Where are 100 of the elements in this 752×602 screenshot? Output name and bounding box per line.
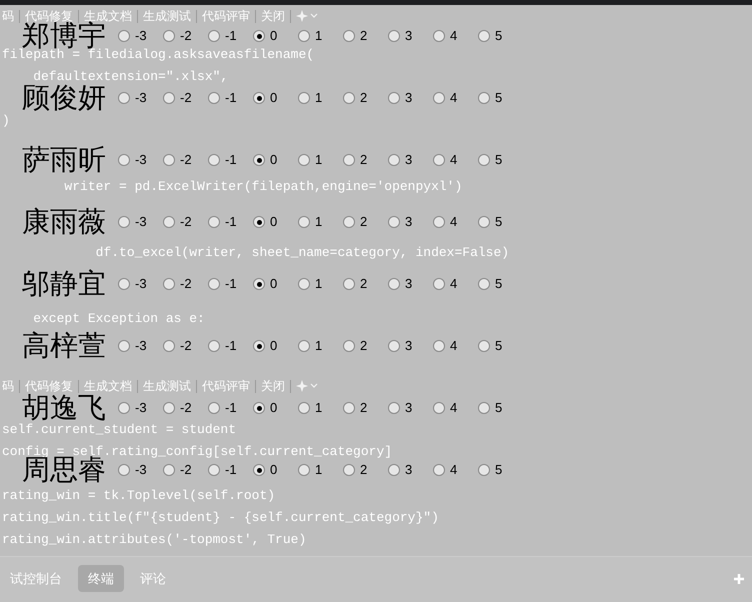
toolbar-link[interactable]: 生成测试	[143, 7, 191, 25]
plus-icon[interactable]	[733, 573, 745, 585]
radio-button[interactable]	[298, 154, 310, 166]
panel-tab[interactable]: 终端	[78, 565, 124, 592]
radio-button[interactable]	[433, 464, 445, 476]
radio-button[interactable]	[343, 92, 355, 104]
toolbar-link[interactable]: 码	[2, 7, 14, 25]
radio-button[interactable]	[208, 154, 220, 166]
toolbar-link[interactable]: 代码评审	[202, 7, 250, 25]
sparkle-icon[interactable]	[296, 380, 308, 392]
radio-button[interactable]	[343, 278, 355, 290]
radio-button[interactable]	[433, 278, 445, 290]
radio-button[interactable]	[388, 92, 400, 104]
radio-button[interactable]	[208, 340, 220, 352]
radio-button[interactable]	[478, 402, 490, 414]
radio-button[interactable]	[163, 216, 175, 228]
radio-label: 5	[495, 27, 502, 46]
sparkle-icon[interactable]	[296, 10, 308, 22]
radio-button[interactable]	[253, 216, 265, 228]
radio-button[interactable]	[298, 278, 310, 290]
radio-label: 1	[315, 89, 322, 108]
radio-button[interactable]	[298, 92, 310, 104]
radio-button[interactable]	[253, 92, 265, 104]
radio-label: 1	[315, 275, 322, 294]
radio-button[interactable]	[208, 30, 220, 42]
radio-button[interactable]	[253, 154, 265, 166]
radio-button[interactable]	[478, 92, 490, 104]
radio-button[interactable]	[163, 154, 175, 166]
radio-button[interactable]	[388, 464, 400, 476]
toolbar-link[interactable]: 生成测试	[143, 377, 191, 395]
radio-button[interactable]	[478, 278, 490, 290]
radio-button[interactable]	[253, 464, 265, 476]
radio-label: 2	[360, 337, 368, 356]
radio-button[interactable]	[478, 340, 490, 352]
radio-button[interactable]	[208, 216, 220, 228]
radio-button[interactable]	[163, 278, 175, 290]
radio-button[interactable]	[388, 154, 400, 166]
chevron-down-icon[interactable]	[310, 13, 318, 19]
radio-button[interactable]	[118, 340, 130, 352]
code-line: )	[2, 112, 10, 130]
radio-button[interactable]	[298, 464, 310, 476]
code-line: rating_win = tk.Toplevel(self.root)	[2, 487, 276, 506]
radio-button[interactable]	[253, 340, 265, 352]
radio-label: 0	[270, 337, 278, 356]
radio-button[interactable]	[388, 216, 400, 228]
radio-button[interactable]	[343, 216, 355, 228]
radio-button[interactable]	[163, 30, 175, 42]
radio-button[interactable]	[478, 30, 490, 42]
radio-button[interactable]	[433, 30, 445, 42]
radio-label: -3	[135, 27, 147, 46]
radio-button[interactable]	[388, 402, 400, 414]
radio-label: -3	[135, 151, 147, 170]
radio-button[interactable]	[388, 340, 400, 352]
radio-button[interactable]	[208, 278, 220, 290]
radio-button[interactable]	[343, 30, 355, 42]
radio-button[interactable]	[118, 154, 130, 166]
radio-button[interactable]	[388, 30, 400, 42]
toolbar-link[interactable]: 码	[2, 377, 14, 395]
radio-button[interactable]	[478, 216, 490, 228]
radio-button[interactable]	[298, 340, 310, 352]
radio-button[interactable]	[343, 154, 355, 166]
radio-button[interactable]	[433, 402, 445, 414]
radio-button[interactable]	[253, 30, 265, 42]
radio-button[interactable]	[163, 464, 175, 476]
toolbar-link[interactable]: 关闭	[261, 377, 285, 395]
radio-button[interactable]	[433, 340, 445, 352]
radio-button[interactable]	[208, 464, 220, 476]
radio-button[interactable]	[118, 216, 130, 228]
radio-button[interactable]	[118, 92, 130, 104]
radio-button[interactable]	[118, 30, 130, 42]
radio-button[interactable]	[208, 402, 220, 414]
toolbar-link[interactable]: 代码修复	[25, 377, 73, 395]
panel-tab[interactable]: 试控制台	[0, 565, 72, 592]
radio-button[interactable]	[298, 216, 310, 228]
radio-button[interactable]	[163, 340, 175, 352]
radio-button[interactable]	[163, 402, 175, 414]
radio-button[interactable]	[118, 402, 130, 414]
radio-button[interactable]	[343, 340, 355, 352]
radio-button[interactable]	[253, 278, 265, 290]
radio-button[interactable]	[118, 278, 130, 290]
radio-label: 3	[405, 337, 412, 356]
radio-button[interactable]	[163, 92, 175, 104]
chevron-down-icon[interactable]	[310, 383, 318, 389]
radio-button[interactable]	[343, 402, 355, 414]
radio-button[interactable]	[433, 216, 445, 228]
radio-button[interactable]	[433, 154, 445, 166]
radio-button[interactable]	[478, 464, 490, 476]
panel-tab[interactable]: 评论	[130, 565, 176, 592]
radio-button[interactable]	[208, 92, 220, 104]
toolbar-link[interactable]: 生成文档	[84, 377, 132, 395]
radio-button[interactable]	[253, 402, 265, 414]
radio-button[interactable]	[433, 92, 445, 104]
radio-button[interactable]	[118, 464, 130, 476]
radio-button[interactable]	[388, 278, 400, 290]
radio-button[interactable]	[478, 154, 490, 166]
radio-button[interactable]	[298, 402, 310, 414]
radio-button[interactable]	[298, 30, 310, 42]
toolbar-link[interactable]: 代码评审	[202, 377, 250, 395]
radio-button[interactable]	[343, 464, 355, 476]
toolbar-link[interactable]: 关闭	[261, 7, 285, 25]
